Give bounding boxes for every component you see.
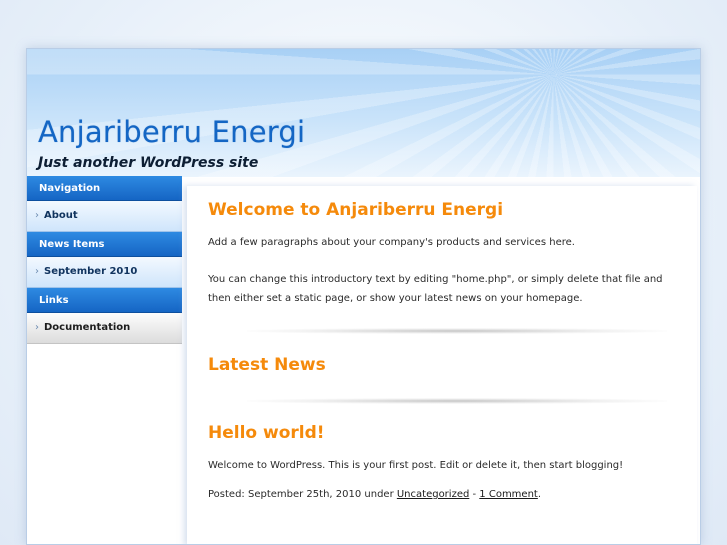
sidebar: Navigation › About News Items › Septembe… bbox=[27, 176, 182, 544]
category-link[interactable]: Uncategorized bbox=[397, 489, 469, 500]
comments-link[interactable]: 1 Comment bbox=[479, 489, 538, 500]
chevron-right-icon: › bbox=[35, 266, 39, 277]
sidebar-item-label: About bbox=[44, 210, 78, 221]
section-divider bbox=[247, 328, 667, 334]
post-meta-suffix: . bbox=[537, 489, 542, 500]
sidebar-heading-navigation: Navigation bbox=[27, 176, 182, 201]
sidebar-item-about[interactable]: › About bbox=[27, 201, 182, 232]
post-meta-prefix: Posted: September 25th, 2010 under bbox=[208, 489, 397, 500]
section-divider bbox=[247, 398, 667, 404]
post-title[interactable]: Hello world! bbox=[208, 423, 325, 443]
sidebar-item-label: September 2010 bbox=[44, 266, 138, 277]
site-tagline: Just another WordPress site bbox=[38, 155, 259, 171]
site-title[interactable]: Anjariberru Energi bbox=[38, 115, 305, 149]
welcome-heading: Welcome to Anjariberru Energi bbox=[208, 200, 504, 220]
sidebar-item-september-2010[interactable]: › September 2010 bbox=[27, 257, 182, 288]
site-header: Anjariberru Energi Just another WordPres… bbox=[27, 49, 700, 177]
main-content: Welcome to Anjariberru Energi Add a few … bbox=[187, 186, 697, 544]
post-body: Welcome to WordPress. This is your first… bbox=[208, 460, 624, 471]
post-meta: Posted: September 25th, 2010 under Uncat… bbox=[208, 485, 688, 504]
welcome-paragraph-1: Add a few paragraphs about your company'… bbox=[208, 237, 575, 248]
sidebar-item-documentation[interactable]: › Documentation bbox=[27, 313, 182, 344]
site-wrapper: Anjariberru Energi Just another WordPres… bbox=[26, 48, 701, 545]
post-meta-separator: - bbox=[469, 489, 480, 500]
chevron-right-icon: › bbox=[35, 322, 39, 333]
sidebar-item-label: Documentation bbox=[44, 322, 131, 333]
latest-news-heading: Latest News bbox=[208, 355, 326, 375]
sidebar-heading-news-items: News Items bbox=[27, 232, 182, 257]
chevron-right-icon: › bbox=[35, 210, 39, 221]
sidebar-heading-links: Links bbox=[27, 288, 182, 313]
welcome-paragraph-2: You can change this introductory text by… bbox=[208, 274, 663, 304]
